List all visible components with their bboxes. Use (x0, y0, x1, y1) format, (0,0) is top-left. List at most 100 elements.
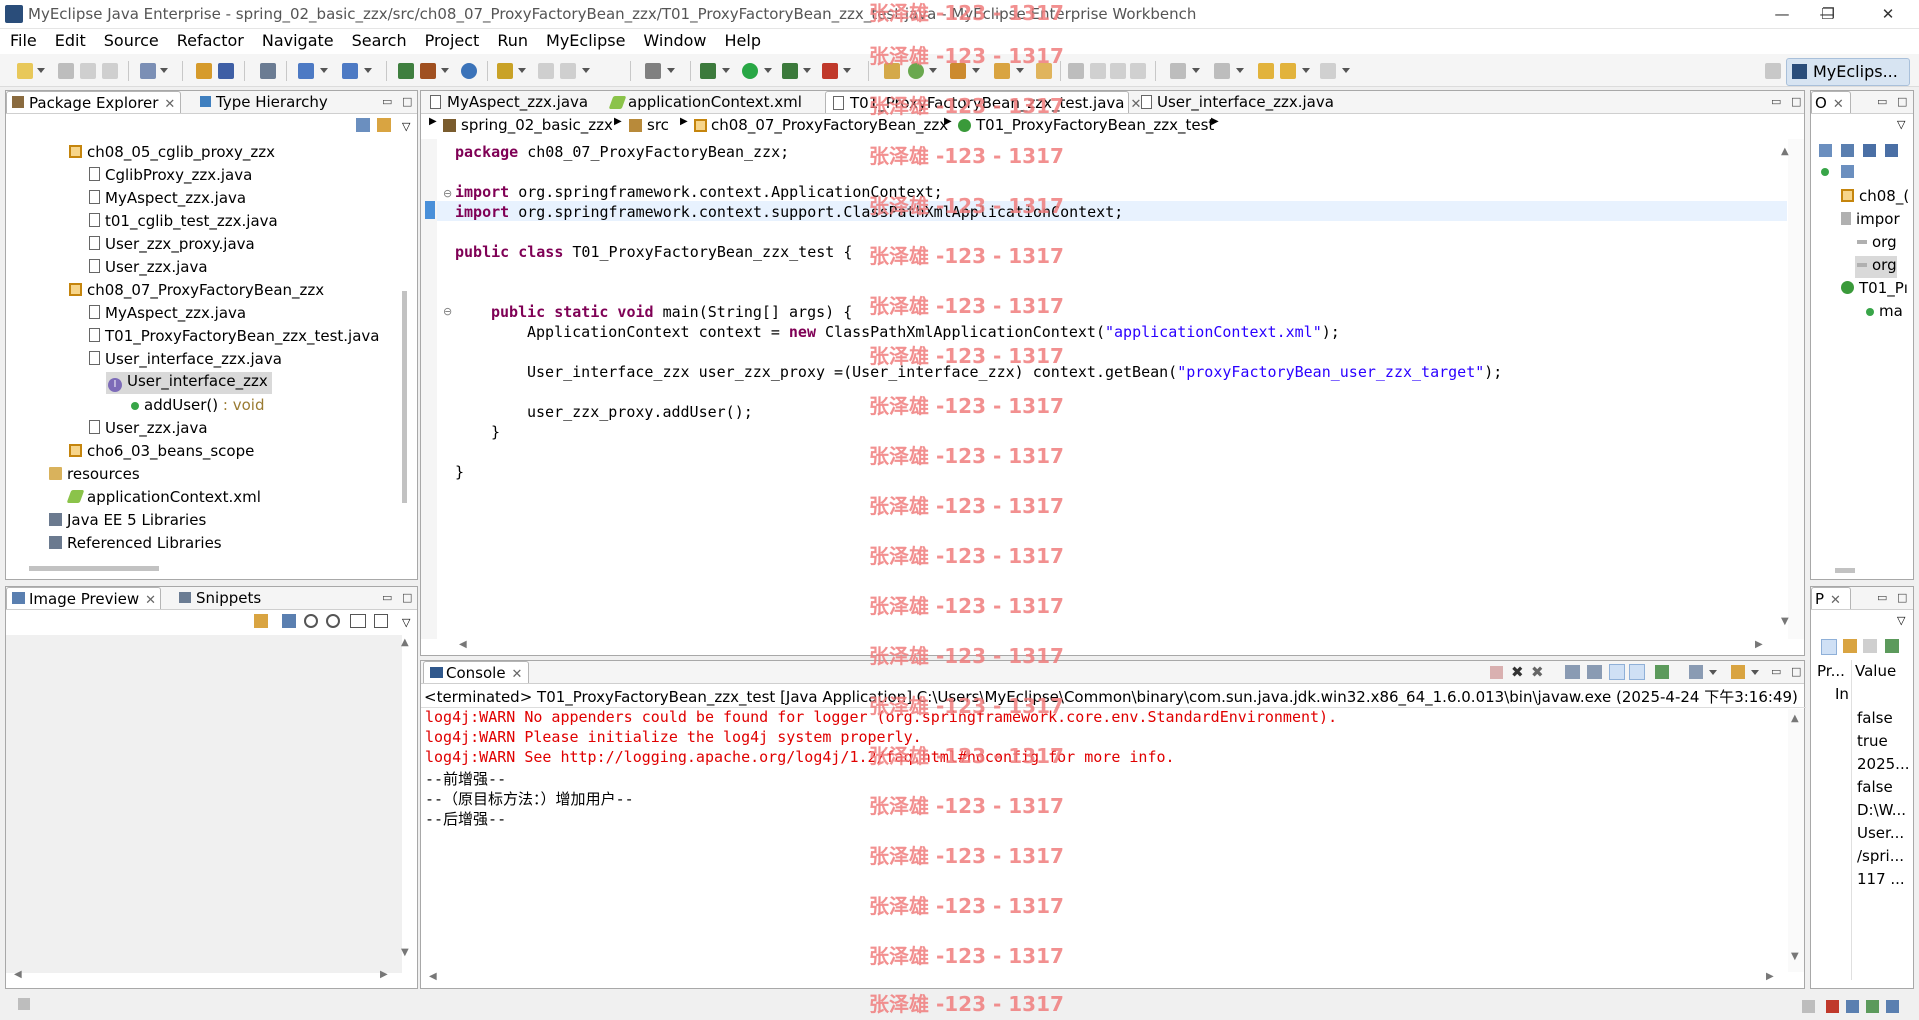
view-menu-icon[interactable]: ▽ (1897, 614, 1905, 627)
close-icon[interactable]: ✕ (512, 667, 523, 682)
outline-item[interactable]: ma (1863, 302, 1903, 324)
list-item[interactable]: User_zzx.java (89, 258, 208, 280)
close-icon[interactable]: ✕ (1830, 593, 1841, 608)
scroll-up-icon[interactable]: ▲ (401, 637, 409, 648)
list-item-selected[interactable]: I User_interface_zzx (106, 372, 272, 394)
server-icon[interactable] (218, 63, 234, 79)
run-icon[interactable] (742, 63, 758, 79)
list-item[interactable]: Referenced Libraries (49, 534, 222, 556)
tab-image-preview[interactable]: Image Preview ✕ (6, 587, 161, 609)
code-line[interactable]: User_interface_zzx user_zzx_proxy =(User… (527, 363, 1502, 383)
outline-item[interactable]: T01_Pı (1841, 279, 1908, 301)
collapse-all-icon[interactable] (1819, 144, 1832, 157)
advanced-icon[interactable] (1843, 639, 1857, 653)
value-column-header[interactable]: Value (1855, 662, 1896, 680)
hide-nonpublic-icon[interactable] (1821, 168, 1829, 176)
minimize-button[interactable]: — (1759, 2, 1805, 26)
terminate-icon[interactable] (1490, 666, 1503, 679)
minimize-view-icon[interactable]: ▭ (1771, 95, 1781, 108)
code-line[interactable]: import org.springframework.context.Appli… (455, 183, 943, 203)
clear-console-icon[interactable] (1565, 665, 1580, 679)
fit-image-icon[interactable] (282, 614, 296, 628)
property-value[interactable]: false (1857, 709, 1893, 727)
tab-properties[interactable]: P ✕ (1811, 587, 1851, 609)
property-column-header[interactable]: Pr... (1817, 662, 1845, 680)
link-icon[interactable] (254, 614, 268, 628)
build-icon[interactable] (497, 63, 513, 79)
list-item[interactable]: CglibProxy_zzx.java (89, 166, 252, 188)
property-value[interactable]: true (1857, 732, 1888, 750)
property-value[interactable]: 117 ... (1857, 870, 1905, 888)
list-item[interactable]: MyAspect_zzx.java (89, 189, 246, 211)
tab-myaspect-java[interactable]: MyAspect_zzx.java (424, 91, 599, 113)
fold-imports-icon[interactable]: ⊖ (443, 187, 452, 200)
list-item[interactable]: User_interface_zzx.java (89, 350, 282, 372)
forward-icon[interactable] (1320, 63, 1336, 79)
web-service-icon[interactable] (342, 63, 358, 79)
console-icon[interactable] (645, 63, 661, 79)
scroll-right-icon[interactable]: ▶ (1755, 639, 1763, 650)
list-item[interactable]: User_zzx.java (89, 419, 208, 441)
scroll-up-icon[interactable]: ▲ (1791, 713, 1799, 724)
team-icon[interactable] (420, 63, 436, 79)
status-icon[interactable] (1826, 1000, 1839, 1013)
collapse-all-icon[interactable] (356, 118, 370, 132)
view-menu-icon[interactable]: ▽ (402, 616, 410, 629)
new-java-project-icon[interactable] (884, 63, 900, 79)
run-last-icon[interactable] (782, 63, 798, 79)
code-line[interactable]: } (491, 423, 500, 443)
outline-item[interactable]: impor (1841, 210, 1900, 232)
close-icon[interactable]: ✕ (145, 593, 156, 608)
menu-project[interactable]: Project (415, 29, 488, 50)
save-all-icon[interactable] (80, 63, 96, 79)
minimize-view-icon[interactable]: ▭ (1877, 591, 1887, 604)
minimize-view-icon[interactable]: ▭ (382, 95, 392, 108)
debug-icon[interactable] (700, 63, 716, 79)
display-console-icon[interactable] (1689, 665, 1703, 679)
remove-launch-icon[interactable]: ✖ (1511, 663, 1524, 681)
status-icon[interactable] (1866, 1000, 1879, 1013)
horizontal-scrollbar[interactable] (1835, 568, 1855, 573)
view-menu-icon[interactable]: ▽ (1897, 118, 1905, 131)
property-value[interactable]: D:\W... (1857, 801, 1906, 819)
property-value[interactable]: /spri... (1857, 847, 1904, 865)
minimize-view-icon[interactable]: ▭ (1877, 95, 1887, 108)
menu-file[interactable]: File (0, 29, 45, 50)
tab-user-interface-java[interactable]: User_interface_zzx.java (1133, 91, 1334, 113)
outline-item-selected[interactable]: org (1855, 256, 1897, 278)
list-item[interactable]: cho6_03_beans_scope (69, 442, 254, 464)
tab-console[interactable]: Console ✕ (423, 661, 529, 683)
breadcrumb-class[interactable]: T01_ProxyFactoryBean_zzx_test (976, 116, 1214, 134)
console-vertical-scrollbar[interactable] (1788, 709, 1804, 972)
status-icon[interactable] (1846, 1000, 1859, 1013)
search-file-icon[interactable] (1036, 63, 1052, 79)
open-type-icon[interactable] (260, 63, 276, 79)
categories-icon[interactable] (1821, 639, 1837, 655)
tab-type-hierarchy[interactable]: Type Hierarchy (196, 91, 346, 113)
list-item[interactable]: ch08_07_ProxyFactoryBean_zzx (69, 281, 324, 303)
list-item[interactable]: MyAspect_zzx.java (89, 304, 246, 326)
maximize-button[interactable]: ❐ (1805, 2, 1851, 26)
perspective-myeclipse[interactable]: MyEclips... (1786, 58, 1910, 86)
list-item[interactable]: User_zzx_proxy.java (89, 235, 255, 257)
maximize-view-icon[interactable]: □ (1897, 95, 1907, 108)
link-editor-icon[interactable] (377, 118, 391, 132)
tab-t01-proxyfactorybean-test[interactable]: T01_ProxyFactoryBean_zzx_test.java ✕ (825, 91, 1141, 113)
print-icon[interactable] (102, 63, 118, 79)
web-browser-icon[interactable] (298, 63, 314, 79)
code-line[interactable]: user_zzx_proxy.addUser(); (527, 403, 753, 423)
new-class-icon[interactable] (908, 63, 924, 79)
maximize-view-icon[interactable]: □ (1791, 665, 1801, 678)
external-tools-icon[interactable] (822, 63, 838, 79)
open-perspective-icon[interactable] (1765, 63, 1781, 79)
show-stderr-icon[interactable] (1629, 664, 1645, 680)
save-icon[interactable] (58, 63, 74, 79)
menu-navigate[interactable]: Navigate (252, 29, 342, 50)
menu-help[interactable]: Help (715, 29, 769, 50)
open-folder-icon[interactable] (950, 63, 966, 79)
menu-myeclipse[interactable]: MyEclipse (536, 29, 633, 50)
list-item[interactable]: addUser() : void (128, 396, 264, 418)
menu-source[interactable]: Source (94, 29, 167, 50)
scroll-right-icon[interactable]: ▶ (1766, 971, 1774, 982)
breadcrumb-project[interactable]: spring_02_basic_zzx (461, 116, 613, 134)
